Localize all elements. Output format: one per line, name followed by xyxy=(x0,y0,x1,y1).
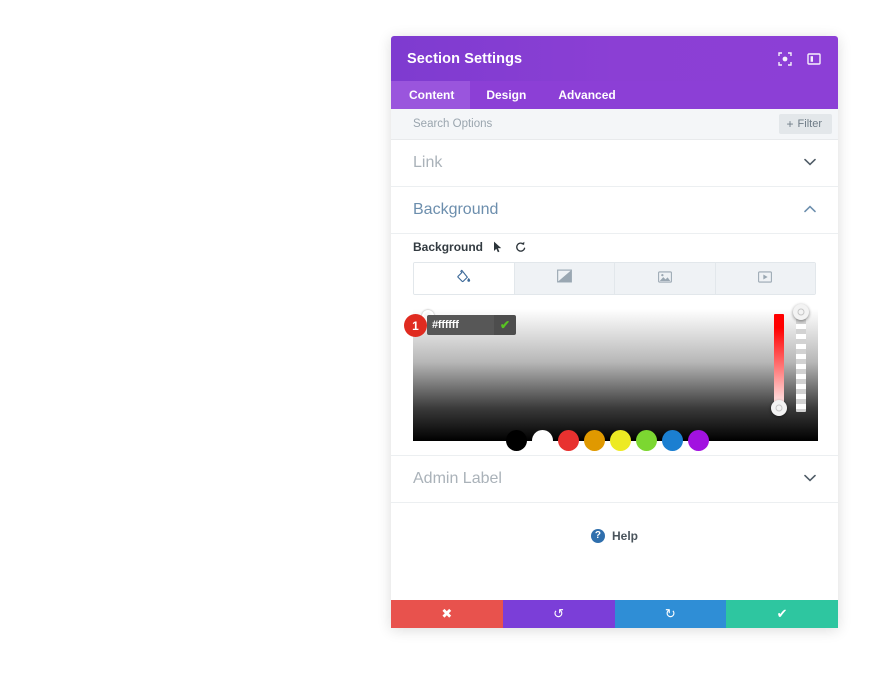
settings-tabbar: Content Design Advanced xyxy=(391,81,838,109)
cursor-pointer-icon[interactable] xyxy=(492,241,505,254)
hex-input-group: ✔ xyxy=(427,315,516,335)
reset-icon[interactable] xyxy=(514,241,527,254)
section-toggle-admin-label[interactable]: Admin Label xyxy=(391,456,838,503)
swatch-black[interactable] xyxy=(506,430,527,451)
search-input[interactable] xyxy=(411,117,779,131)
tab-content[interactable]: Content xyxy=(391,81,471,109)
help-link[interactable]: Help xyxy=(612,529,638,543)
modal-footer: ✖ ↺ ↻ ✔ xyxy=(391,600,838,628)
chevron-down-icon xyxy=(804,474,816,485)
background-type-tabs xyxy=(413,262,816,295)
undo-button[interactable]: ↺ xyxy=(502,600,615,628)
chevron-up-icon xyxy=(804,204,816,216)
swatch-orange[interactable] xyxy=(584,430,605,451)
background-color-tab[interactable] xyxy=(414,263,515,294)
swatch-green[interactable] xyxy=(636,430,657,451)
step-badge-1: 1 xyxy=(404,314,427,337)
settings-body: Link Background Background 1 #ffffff ✔ A… xyxy=(391,140,838,600)
background-field-label-row: Background xyxy=(413,236,816,262)
background-video-tab[interactable] xyxy=(715,263,815,294)
paint-bucket-icon xyxy=(456,269,471,289)
background-gradient-tab[interactable] xyxy=(514,263,615,294)
alpha-slider[interactable] xyxy=(793,304,809,412)
section-toggle-link[interactable]: Link xyxy=(391,140,838,187)
swatch-red[interactable] xyxy=(558,430,579,451)
hex-color-input[interactable] xyxy=(427,315,494,335)
swatch-yellow[interactable] xyxy=(610,430,631,451)
section-toggle-background[interactable]: Background xyxy=(391,187,838,234)
alpha-slider-handle[interactable] xyxy=(793,304,809,320)
cancel-button[interactable]: ✖ xyxy=(391,600,503,628)
background-field-label: Background xyxy=(413,240,484,254)
hex-confirm-button[interactable]: ✔ xyxy=(494,315,516,335)
swatch-white[interactable] xyxy=(532,430,553,451)
gradient-icon xyxy=(556,269,572,288)
filter-button[interactable]: + Filter xyxy=(778,114,832,134)
modal-header: Section Settings xyxy=(391,36,838,81)
save-button[interactable]: ✔ xyxy=(726,600,838,628)
tab-advanced[interactable]: Advanced xyxy=(542,81,631,109)
search-options-bar: + Filter xyxy=(391,109,838,140)
color-swatch-row xyxy=(506,430,709,451)
plus-icon: + xyxy=(786,117,794,131)
hue-slider-handle[interactable] xyxy=(771,400,787,416)
target-expand-icon[interactable] xyxy=(777,51,793,67)
header-icon-group xyxy=(777,51,822,67)
section-title-admin-label: Admin Label xyxy=(413,470,502,487)
tab-design[interactable]: Design xyxy=(470,81,542,109)
hue-slider[interactable] xyxy=(771,314,787,416)
section-title-background: Background xyxy=(413,201,499,218)
redo-button[interactable]: ↻ xyxy=(614,600,727,628)
section-title-link: Link xyxy=(413,154,443,171)
background-image-tab[interactable] xyxy=(615,263,716,294)
background-section-body: Background 1 #ffffff ✔ xyxy=(391,234,838,456)
help-icon: ? xyxy=(590,529,605,543)
filter-button-label: Filter xyxy=(797,118,822,130)
image-icon xyxy=(657,270,672,288)
swatch-purple[interactable] xyxy=(688,430,709,451)
chevron-down-icon xyxy=(804,158,816,169)
video-icon xyxy=(758,270,773,288)
color-picker: 1 ✔ xyxy=(404,304,818,451)
page-title: Section Settings xyxy=(407,50,523,67)
swatch-blue[interactable] xyxy=(662,430,683,451)
section-settings-modal: Section Settings Content Design Advanced xyxy=(391,36,838,628)
panel-layout-icon[interactable] xyxy=(806,51,822,67)
help-row: ? Help xyxy=(391,503,838,569)
